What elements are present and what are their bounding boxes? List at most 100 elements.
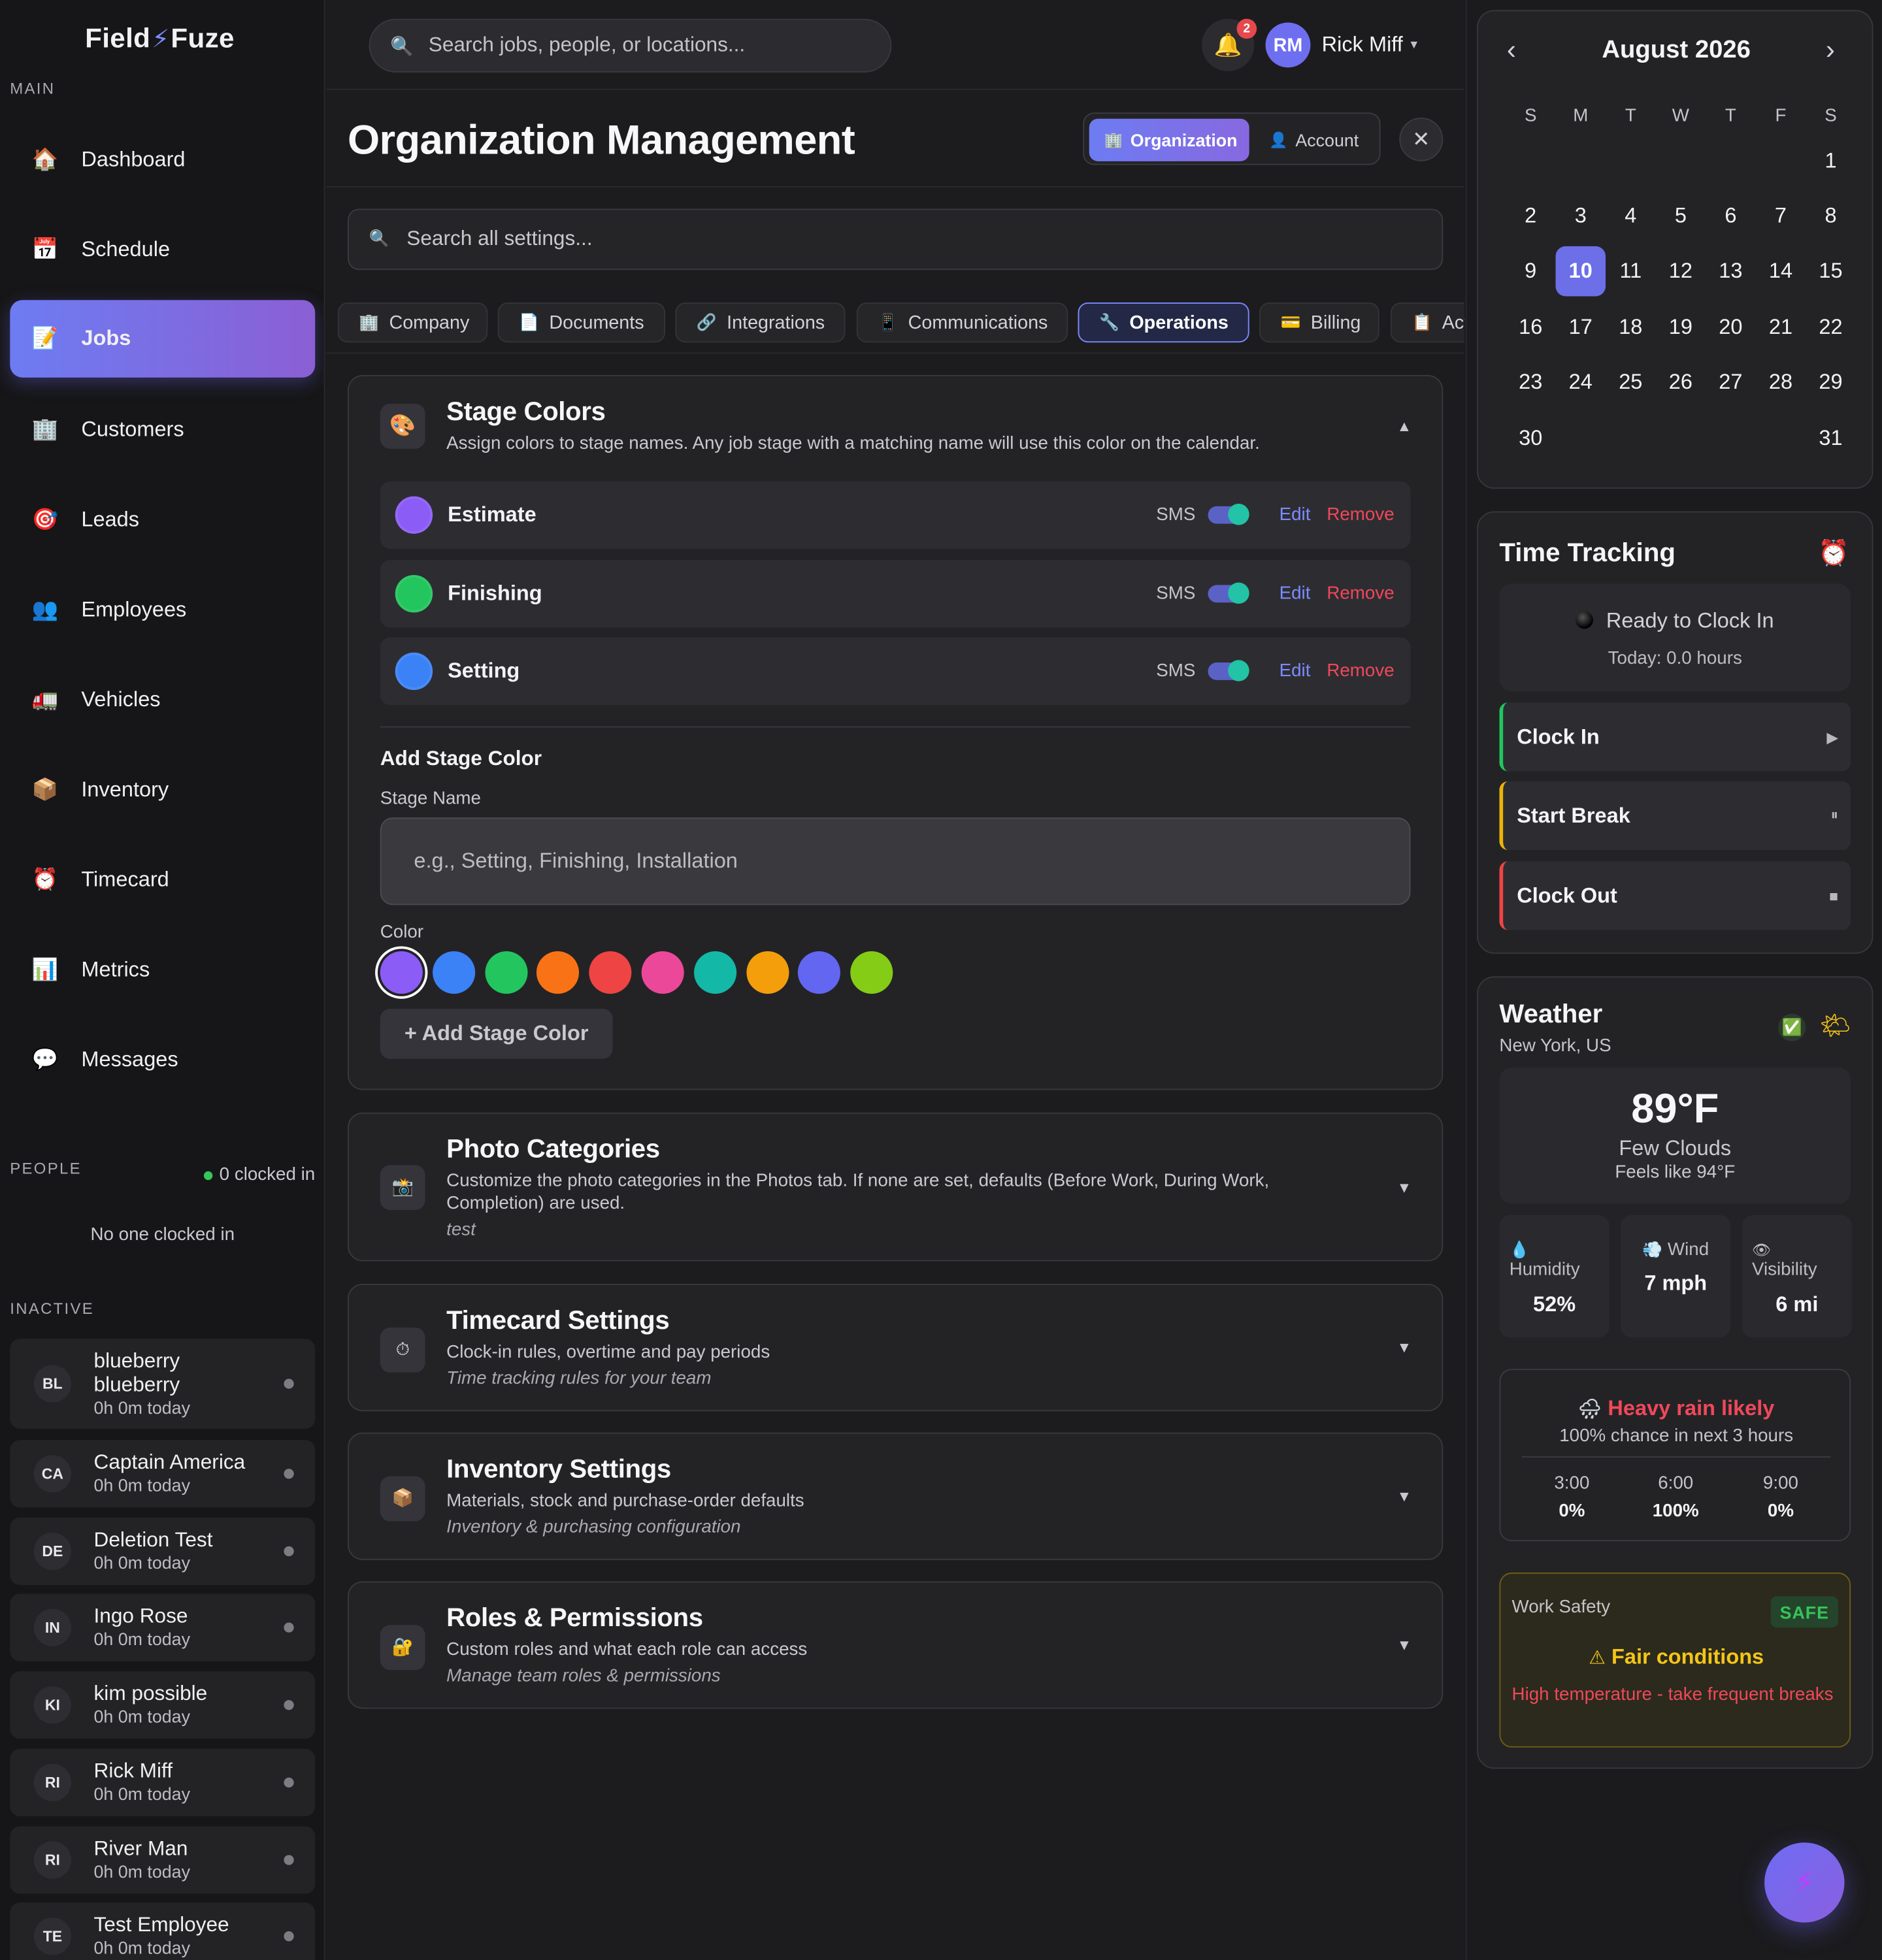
close-icon[interactable]: ✕ <box>1399 117 1444 161</box>
calendar-day[interactable]: 16 <box>1506 302 1556 353</box>
employee-card[interactable]: RI River Man 0h 0m today <box>10 1826 316 1894</box>
sidebar-item-metrics[interactable]: 📊 Metrics <box>10 931 315 1009</box>
color-swatch[interactable] <box>484 951 527 994</box>
sidebar-item-leads[interactable]: 🎯 Leads <box>10 482 315 559</box>
calendar-day[interactable]: 17 <box>1556 302 1606 353</box>
chevron-down-icon[interactable]: ▼ <box>1396 1339 1412 1356</box>
edit-stage-link[interactable]: Edit <box>1279 661 1311 681</box>
calendar-day[interactable]: 26 <box>1656 357 1706 408</box>
employee-card[interactable]: IN Ingo Rose 0h 0m today <box>10 1593 316 1661</box>
calendar-day[interactable]: 28 <box>1756 357 1806 408</box>
start-break-button[interactable]: Start Break ⏸ <box>1499 781 1851 851</box>
calendar-day[interactable]: 2 <box>1506 191 1556 242</box>
calendar-day[interactable]: 19 <box>1656 302 1706 353</box>
settings-search-input[interactable] <box>406 227 1336 252</box>
chevron-right-icon[interactable]: › <box>1826 34 1835 67</box>
remove-stage-link[interactable]: Remove <box>1327 584 1394 604</box>
calendar-day[interactable]: 24 <box>1556 357 1606 408</box>
sidebar-item-customers[interactable]: 🏢 Customers <box>10 391 315 469</box>
remove-stage-link[interactable]: Remove <box>1327 661 1394 681</box>
calendar-day[interactable]: 5 <box>1656 191 1706 242</box>
sidebar-item-jobs[interactable]: 📝 Jobs <box>10 300 316 378</box>
calendar-day[interactable]: 22 <box>1806 302 1856 353</box>
organization-tab-button[interactable]: 🏢 Organization <box>1089 118 1249 161</box>
timecard-settings-card[interactable]: ⏱ Timecard Settings Clock-in rules, overti… <box>347 1283 1444 1412</box>
roles-permissions-card[interactable]: 🔐 Roles & Permissions Custom roles and wha… <box>347 1581 1444 1709</box>
sms-toggle[interactable] <box>1208 504 1249 525</box>
user-avatar[interactable]: RM <box>1265 22 1311 68</box>
calendar-day[interactable]: 23 <box>1506 357 1556 408</box>
employee-card[interactable]: CA Captain America 0h 0m today <box>10 1440 316 1508</box>
calendar-day[interactable]: 25 <box>1606 357 1656 408</box>
chevron-up-icon[interactable]: ▲ <box>1396 417 1412 435</box>
calendar-day[interactable]: 21 <box>1756 302 1806 353</box>
tab-integrations[interactable]: 🔗 Integrations <box>675 302 846 343</box>
tab-communications[interactable]: 📱 Communications <box>856 302 1068 343</box>
calendar-day[interactable]: 20 <box>1706 302 1756 353</box>
calendar-day[interactable]: 14 <box>1756 246 1806 297</box>
settings-search[interactable]: 🔍 <box>347 208 1444 270</box>
calendar-day[interactable]: 27 <box>1706 357 1756 408</box>
color-swatch[interactable] <box>746 951 789 994</box>
sidebar-item-timecard[interactable]: ⏰ Timecard <box>10 841 315 919</box>
sidebar-item-schedule[interactable]: 📅 Schedule <box>10 211 315 289</box>
chevron-down-icon[interactable]: ▼ <box>1396 1179 1412 1196</box>
sidebar-item-dashboard[interactable]: 🏠 Dashboard <box>10 122 315 199</box>
calendar-day[interactable]: 29 <box>1806 357 1856 408</box>
sidebar-item-employees[interactable]: 👥 Employees <box>10 571 315 649</box>
color-swatch[interactable] <box>798 951 841 994</box>
color-swatch[interactable] <box>537 951 580 994</box>
tab-operations[interactable]: 🔧 Operations <box>1078 302 1249 343</box>
sms-toggle[interactable] <box>1208 660 1249 681</box>
calendar-day[interactable]: 6 <box>1706 191 1756 242</box>
color-swatch[interactable] <box>693 951 736 994</box>
chevron-down-icon[interactable]: ▾ <box>1411 36 1418 52</box>
employee-card[interactable]: DE Deletion Test 0h 0m today <box>10 1517 316 1586</box>
employee-card[interactable]: RI Rick Miff 0h 0m today <box>10 1748 316 1817</box>
tab-documents[interactable]: 📄 Documents <box>497 302 666 343</box>
employee-card[interactable]: BL blueberry blueberry 0h 0m today <box>10 1339 316 1429</box>
calendar-day[interactable]: 8 <box>1806 191 1856 242</box>
global-search[interactable]: 🔍 <box>369 18 892 73</box>
calendar-day[interactable]: 4 <box>1606 191 1656 242</box>
clock-out-button[interactable]: Clock Out ■ <box>1499 861 1851 930</box>
tab-activity[interactable]: 📋 Activity <box>1390 302 1464 343</box>
clock-in-button[interactable]: Clock In ▶ <box>1499 702 1851 772</box>
calendar-day[interactable]: 11 <box>1606 246 1656 297</box>
tab-billing[interactable]: 💳 Billing <box>1259 302 1379 343</box>
chevron-down-icon[interactable]: ▼ <box>1396 1637 1412 1654</box>
color-swatch[interactable] <box>432 951 475 994</box>
global-search-input[interactable] <box>428 33 871 58</box>
calendar-day[interactable]: 1 <box>1806 137 1856 187</box>
calendar-day[interactable]: 31 <box>1806 414 1856 464</box>
color-swatch[interactable] <box>380 951 423 994</box>
app-logo[interactable]: Field⚡Fuze <box>85 22 235 55</box>
chevron-down-icon[interactable]: ▼ <box>1396 1488 1412 1505</box>
color-swatch[interactable] <box>641 951 684 994</box>
calendar-day[interactable]: 30 <box>1506 414 1556 464</box>
sidebar-item-messages[interactable]: 💬 Messages <box>10 1021 315 1099</box>
color-swatch[interactable] <box>589 951 632 994</box>
calendar-day[interactable]: 12 <box>1656 246 1706 297</box>
stage-name-input[interactable] <box>380 817 1411 906</box>
user-name[interactable]: Rick Miff <box>1322 33 1403 57</box>
add-stage-color-button[interactable]: + Add Stage Color <box>380 1009 613 1059</box>
account-tab-button[interactable]: 👤 Account <box>1257 119 1377 161</box>
calendar-day[interactable]: 13 <box>1706 246 1756 297</box>
calendar-day[interactable]: 7 <box>1756 191 1806 242</box>
edit-stage-link[interactable]: Edit <box>1279 584 1311 604</box>
employee-card[interactable]: TE Test Employee 0h 0m today <box>10 1903 316 1960</box>
color-swatch[interactable] <box>850 951 893 994</box>
employee-card[interactable]: KI kim possible 0h 0m today <box>10 1671 316 1739</box>
inventory-settings-card[interactable]: 📦 Inventory Settings Materials, stock and … <box>347 1432 1444 1560</box>
calendar-day[interactable]: 3 <box>1556 191 1606 242</box>
quick-action-lightning-icon[interactable]: ⚡ <box>1764 1842 1845 1923</box>
calendar-day[interactable]: 9 <box>1506 246 1556 297</box>
sidebar-item-inventory[interactable]: 📦 Inventory <box>10 751 315 829</box>
edit-stage-link[interactable]: Edit <box>1279 505 1311 525</box>
calendar-day[interactable]: 18 <box>1606 302 1656 353</box>
sms-toggle[interactable] <box>1208 582 1249 604</box>
remove-stage-link[interactable]: Remove <box>1327 505 1394 525</box>
calendar-day[interactable]: 15 <box>1806 246 1856 297</box>
photo-categories-card[interactable]: 📸 Photo Categories Customize the photo cat… <box>347 1112 1444 1262</box>
